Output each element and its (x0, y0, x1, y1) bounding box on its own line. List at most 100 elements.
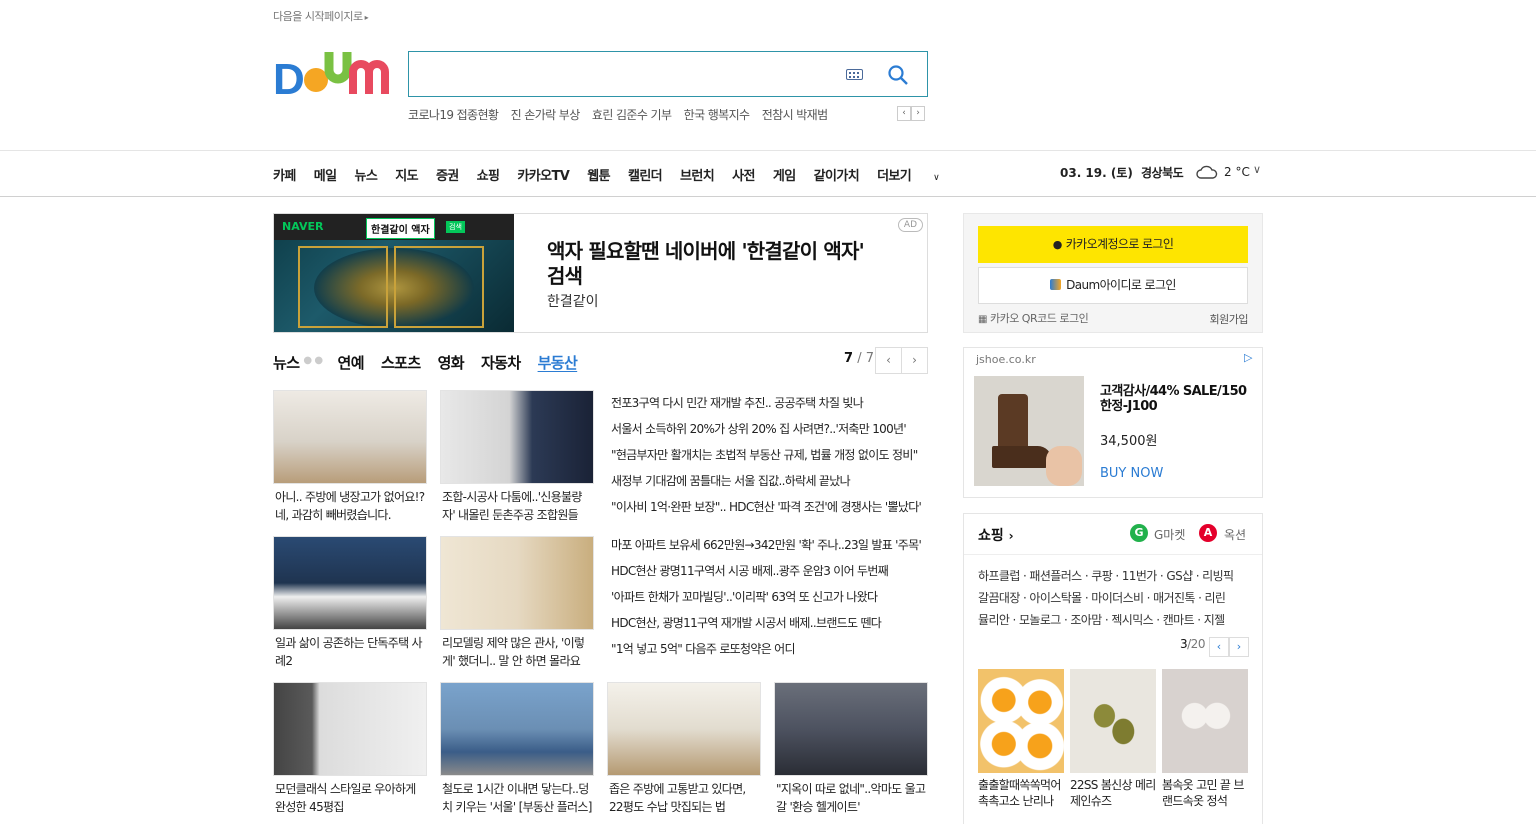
ad-title[interactable]: 액자 필요할땐 네이버에 '한결같이 액자' 검색 (547, 239, 887, 289)
chevron-down-icon[interactable]: ∨ (1253, 163, 1261, 176)
gmarket-link[interactable]: G마켓 (1154, 526, 1185, 543)
news-thumb[interactable]: 조합-시공사 다툼에..'신용불량자' 내몰린 둔촌주공 조합원들 (440, 390, 594, 524)
kakao-login-button[interactable]: ● 카카오계정으로 로그인 (978, 226, 1248, 263)
news-thumb-caption[interactable]: 일과 삶이 공존하는 단독주택 사례2 (273, 634, 427, 670)
news-thumb-caption[interactable]: 아니.. 주방에 냉장고가 없어요!? 네, 과감히 빼버렸습니다. (273, 488, 427, 524)
keyword-item[interactable]: 코로나19 접종현황 (408, 108, 499, 122)
news-thumb[interactable]: 아니.. 주방에 냉장고가 없어요!? 네, 과감히 빼버렸습니다. (273, 390, 427, 524)
signup-link[interactable]: 회원가입 (1210, 311, 1249, 327)
auction-icon[interactable]: A (1199, 524, 1217, 542)
chevron-right-icon[interactable]: › (911, 106, 925, 121)
product-image (978, 669, 1064, 773)
news-thumb-caption[interactable]: 좁은 주방에 고통받고 있다면, 22평도 수납 맛집되는 법 (607, 780, 761, 816)
product-caption[interactable]: 출출할때쏙쏙먹어 촉촉고소 난리나 (978, 777, 1064, 811)
news-thumb-caption[interactable]: 조합-시공사 다툼에..'신용불량자' 내몰린 둔촌주공 조합원들 (440, 488, 594, 524)
chevron-left-icon[interactable]: ‹ (897, 106, 911, 121)
qr-login-link[interactable]: ▦ 카카오 QR코드 로그인 (978, 310, 1089, 326)
news-thumb-image (440, 536, 594, 630)
news-thumb-caption[interactable]: "지옥이 따로 없네"..악마도 울고 갈 '환승 헬게이트' (774, 780, 928, 816)
weather-region[interactable]: 경상북도 (1141, 164, 1184, 181)
chevron-right-icon[interactable]: › (901, 347, 928, 374)
ad-info-icon[interactable]: ▷ (1244, 351, 1256, 364)
headline-item[interactable]: 서울서 소득하위 20%가 상위 20% 집 사려면?..'저축만 100년' (611, 420, 927, 446)
headline-item[interactable]: "1억 넣고 5억" 다음주 로또청약은 어디 (611, 640, 927, 666)
nav-stock[interactable]: 증권 (436, 165, 459, 184)
product-item[interactable]: 봄속옷 고민 끝 브랜드속옷 정석 (1162, 669, 1248, 811)
boot-shaft (998, 394, 1028, 452)
nav-game[interactable]: 게임 (773, 165, 796, 184)
daum-login-button[interactable]: Daum아이디로 로그인 (978, 267, 1248, 304)
product-caption[interactable]: 22SS 봄신상 메리제인슈즈 (1070, 777, 1156, 811)
boot-foot (992, 446, 1052, 468)
nav-calendar[interactable]: 캘린더 (628, 165, 663, 184)
headline-item[interactable]: HDC현산 광명11구역서 시공 배제..광주 운암3 이어 두번째 (611, 562, 927, 588)
chevron-left-icon[interactable]: ‹ (1209, 637, 1229, 657)
headline-item[interactable]: "현금부자만 활개치는 초법적 부동산 규제, 법률 개정 없이도 정비" (611, 446, 927, 472)
news-thumb[interactable]: 모던클래식 스타일로 우아하게 완성한 45평집 (273, 682, 427, 816)
keyword-item[interactable]: 전참시 박재범 (762, 108, 828, 122)
headline-item[interactable]: 새정부 기대감에 꿈틀대는 서울 집값..하락세 끝났나 (611, 472, 927, 498)
banner-ad[interactable]: NAVER 한결같이 액자 검색 액자 필요할땐 네이버에 '한결같이 액자' … (273, 213, 928, 333)
tab-car[interactable]: 자동차 (481, 352, 521, 373)
keyword-item[interactable]: 진 손가락 부상 (511, 108, 581, 122)
chevron-left-icon[interactable]: ‹ (875, 347, 902, 374)
search-box[interactable] (408, 51, 928, 97)
news-thumb[interactable]: 일과 삶이 공존하는 단독주택 사례2 (273, 536, 427, 670)
start-page-link[interactable]: 다음을 시작페이지로 ▸ (273, 8, 369, 24)
news-thumb-caption[interactable]: 모던클래식 스타일로 우아하게 완성한 45평집 (273, 780, 427, 816)
side-ad-image[interactable] (974, 376, 1084, 486)
shop-link-row[interactable]: 갈끔대장 · 아이스탁몰 · 마이더스비 · 매거진톡 · 리린 (978, 587, 1258, 609)
side-ad-buy-link[interactable]: BUY NOW (1100, 466, 1163, 481)
search-icon[interactable] (887, 64, 909, 86)
nav-webtoon[interactable]: 웹툰 (587, 165, 610, 184)
headline-item[interactable]: 전포3구역 다시 민간 재개발 추진.. 공공주택 차질 빚나 (611, 394, 927, 420)
keyword-item[interactable]: 한국 행복지수 (684, 108, 750, 122)
logo-letter-m (349, 60, 389, 94)
news-thumb[interactable]: 좁은 주방에 고통받고 있다면, 22평도 수납 맛집되는 법 (607, 682, 761, 816)
nav-brunch[interactable]: 브런치 (680, 165, 715, 184)
product-item[interactable]: 22SS 봄신상 메리제인슈즈 (1070, 669, 1156, 811)
nav-mail[interactable]: 메일 (314, 165, 337, 184)
product-item[interactable]: 출출할때쏙쏙먹어 촉촉고소 난리나 (978, 669, 1064, 811)
nav-kakaotv[interactable]: 카카오TV (517, 165, 569, 184)
trending-keywords: 코로나19 접종현황 진 손가락 부상 효린 김준수 기부 한국 행복지수 전참… (408, 106, 837, 123)
keyboard-icon[interactable] (846, 69, 863, 80)
headline-item[interactable]: "이사비 1억·완판 보장".. HDC현산 '파격 조건'에 경쟁사는 '뿔났… (611, 498, 927, 524)
ad-badge[interactable]: AD (897, 218, 923, 232)
nav-news[interactable]: 뉴스 (354, 165, 377, 184)
auction-link[interactable]: 옥션 (1224, 526, 1246, 543)
login-box: ● 카카오계정으로 로그인 Daum아이디로 로그인 ▦ 카카오 QR코드 로그인 … (963, 213, 1263, 333)
product-caption[interactable]: 봄속옷 고민 끝 브랜드속옷 정석 (1162, 777, 1248, 811)
headline-item[interactable]: 마포 아파트 보유세 662만원→342만원 '확' 주나..23일 발표 '주… (611, 536, 927, 562)
gmarket-icon[interactable]: G (1130, 524, 1148, 542)
nav-dictionary[interactable]: 사전 (732, 165, 755, 184)
nav-map[interactable]: 지도 (395, 165, 418, 184)
side-ad-title[interactable]: 고객감사/44% SALE/150한정-J100 (1100, 384, 1255, 414)
nav-together[interactable]: 같이가치 (814, 165, 860, 184)
news-thumb-caption[interactable]: 리모델링 제약 많은 관사, '이렇게' 했더니.. 말 안 하면 몰라요 (440, 634, 594, 670)
nav-cafe[interactable]: 카페 (273, 165, 296, 184)
shopping-pager: 3/20 (1180, 637, 1205, 651)
news-thumb-caption[interactable]: 철도로 1시간 이내면 닿는다..덩치 키우는 '서울' [부동산 플러스] (440, 780, 594, 816)
shop-link-row[interactable]: 뮬리안 · 모놀로그 · 조아맘 · 젝시믹스 · 캔마트 · 지젤 (978, 609, 1258, 631)
news-thumb[interactable]: 철도로 1시간 이내면 닿는다..덩치 키우는 '서울' [부동산 플러스] (440, 682, 594, 816)
shop-link-row[interactable]: 하프클럽 · 패션플러스 · 쿠팡 · 11번가 · GS샵 · 리빙픽 (978, 565, 1258, 587)
tab-sports[interactable]: 스포츠 (381, 352, 421, 373)
side-ad[interactable]: jshoe.co.kr ▷ 고객감사/44% SALE/150한정-J100 3… (963, 347, 1263, 498)
keyword-item[interactable]: 효린 김준수 기부 (592, 108, 672, 122)
nav-more[interactable]: 더보기 ∨ (877, 165, 940, 184)
news-pager: 7 / 7 (844, 351, 874, 366)
headline-item[interactable]: HDC현산, 광명11구역 재개발 시공서 배제..브랜드도 뗀다 (611, 614, 927, 640)
headline-item[interactable]: '아파트 한채가 꼬마빌딩'..'이리팍' 63억 또 신고가 나왔다 (611, 588, 927, 614)
tab-entertainment[interactable]: 연예 (338, 352, 365, 373)
daum-logo[interactable]: D (273, 48, 389, 98)
chevron-right-icon[interactable]: › (1229, 637, 1249, 657)
news-thumb[interactable]: 리모델링 제약 많은 관사, '이렇게' 했더니.. 말 안 하면 몰라요 (440, 536, 594, 670)
tab-movie[interactable]: 영화 (438, 352, 465, 373)
news-thumb[interactable]: "지옥이 따로 없네"..악마도 울고 갈 '환승 헬게이트' (774, 682, 928, 816)
tab-realestate[interactable]: 부동산 (538, 352, 578, 373)
shopping-title[interactable]: 쇼핑 › (978, 525, 1014, 545)
tab-news[interactable]: 뉴스 (273, 352, 300, 373)
nav-shopping[interactable]: 쇼핑 (477, 165, 500, 184)
pager-current: 7 (844, 351, 854, 366)
